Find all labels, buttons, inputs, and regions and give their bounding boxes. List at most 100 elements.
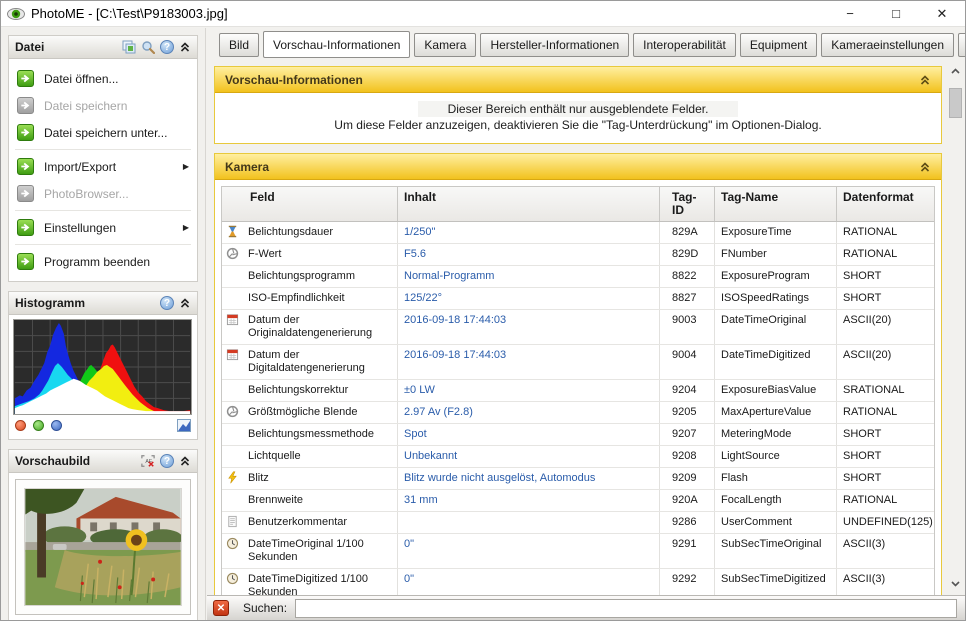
scroll-down-icon[interactable]	[948, 576, 963, 591]
section-collapse-icon[interactable]	[919, 161, 931, 173]
field-name: DateTimeDigitized 1/100 Sekunden	[248, 573, 369, 595]
collapse-icon[interactable]	[179, 41, 191, 53]
table-row[interactable]: Datum der Originaldatengenerierung 2016-0…	[222, 310, 934, 345]
blue-channel-button[interactable]	[51, 420, 62, 431]
menu-item-datei-ffnen[interactable]: Datei öffnen...	[9, 65, 197, 92]
main-area: Bild Vorschau-Informationen Kamera Herstell…	[207, 27, 965, 620]
field-name: Lichtquelle	[248, 450, 301, 462]
table-row[interactable]: Größtmögliche Blende 2.97 Av (F2.8) 9205 Ma…	[222, 402, 934, 424]
scrollbar-thumb[interactable]	[949, 88, 962, 118]
red-channel-button[interactable]	[15, 420, 26, 431]
close-search-icon[interactable]: ✕	[213, 600, 229, 616]
tab-interoperabilität[interactable]: Interoperabilität	[633, 32, 736, 57]
table-row[interactable]: Lichtquelle Unbekannt 9208 LightSource SHORT	[222, 446, 934, 468]
help-icon[interactable]: ?	[160, 296, 174, 310]
table-row[interactable]: Blitz Blitz wurde nicht ausgelöst, Automo…	[222, 468, 934, 490]
minimize-button[interactable]: −	[827, 1, 873, 26]
table-row[interactable]: F-Wert F5.6 829D FNumber RATIONAL	[222, 244, 934, 266]
table-row[interactable]: Benutzerkommentar 9286 UserComment UNDEFINE…	[222, 512, 934, 534]
search-label: Suchen:	[243, 601, 288, 615]
hourglass-icon	[226, 225, 244, 238]
tag-name: FocalLength	[714, 490, 836, 511]
menu-item-einstellungen[interactable]: Einstellungen ▶	[9, 214, 197, 241]
field-value: Blitz wurde nicht ausgelöst, Automodus	[397, 468, 659, 489]
tag-name: SubSecTimeDigitized	[714, 569, 836, 595]
collapse-icon[interactable]	[179, 297, 191, 309]
table-row[interactable]: Brennweite 31 mm 920A FocalLength RATIONAL	[222, 490, 934, 512]
tag-id: 9291	[659, 534, 714, 568]
preview-info-header[interactable]: Vorschau-Informationen	[215, 67, 941, 93]
data-format: ASCII(3)	[836, 534, 934, 568]
tab-bild[interactable]: Bild	[219, 32, 260, 57]
field-value: 125/22°	[397, 288, 659, 309]
table-row[interactable]: Belichtungsmessmethode Spot 9207 MeteringMo…	[222, 424, 934, 446]
scroll-up-icon[interactable]	[948, 64, 963, 79]
tab-mehr[interactable]: Mehr...	[958, 32, 965, 57]
submenu-arrow-icon: ▶	[182, 162, 189, 171]
menu-item-datei-speichern-unter[interactable]: Datei speichern unter...	[9, 119, 197, 146]
menu-item-import-export[interactable]: Import/Export ▶	[9, 153, 197, 180]
tab-kamera[interactable]: Kamera	[414, 32, 477, 57]
histogram-panel: Histogramm ?	[8, 291, 198, 440]
table-row[interactable]: DateTimeOriginal 1/100 Sekunden 0" 9291 Sub…	[222, 534, 934, 569]
column-header-tag-name[interactable]: Tag-Name	[714, 187, 836, 221]
camera-title: Kamera	[225, 159, 270, 174]
photo-stack-icon[interactable]	[122, 40, 136, 54]
field-name: Datum der Digitaldatengenerierung	[248, 349, 365, 374]
menu-separator	[15, 149, 191, 150]
maximize-button[interactable]: □	[873, 1, 919, 26]
menu-item-label: PhotoBrowser...	[44, 186, 129, 201]
field-value: Spot	[397, 424, 659, 445]
data-format: RATIONAL	[836, 244, 934, 265]
search-input[interactable]	[295, 598, 957, 618]
column-header-datenformat[interactable]: Datenformat	[836, 187, 934, 221]
menu-item-programm-beenden[interactable]: Programm beenden	[9, 248, 197, 275]
tab-kameraeinstellungen[interactable]: Kameraeinstellungen	[821, 32, 955, 57]
table-row[interactable]: Belichtungskorrektur ±0 LW 9204 ExposureBia…	[222, 380, 934, 402]
preview-image[interactable]	[24, 488, 182, 606]
tab-hersteller-informationen[interactable]: Hersteller-Informationen	[480, 32, 630, 57]
table-row[interactable]: Datum der Digitaldatengenerierung 2016-09…	[222, 345, 934, 380]
preview-panel-header: Vorschaubild AF ?	[9, 450, 197, 473]
menu-item-datei-speichern: Datei speichern	[9, 92, 197, 119]
af-points-icon[interactable]: AF	[141, 454, 155, 468]
table-row[interactable]: ISO-Empfindlichkeit 125/22° 8827 ISOSpeedRa…	[222, 288, 934, 310]
tab-equipment[interactable]: Equipment	[739, 32, 818, 57]
table-row[interactable]: DateTimeDigitized 1/100 Sekunden 0" 9292 Su…	[222, 569, 934, 595]
green-arrow-icon	[17, 185, 34, 202]
help-icon[interactable]: ?	[160, 40, 174, 54]
field-value: Unbekannt	[397, 446, 659, 467]
column-header-inhalt[interactable]: Inhalt	[397, 187, 659, 221]
table-row[interactable]: Belichtungsdauer 1/250" 829A ExposureTime RA…	[222, 222, 934, 244]
submenu-arrow-icon: ▶	[182, 223, 189, 232]
help-icon[interactable]: ?	[160, 454, 174, 468]
table-row[interactable]: Belichtungsprogramm Normal-Programm 8822 Ex…	[222, 266, 934, 288]
menu-separator	[15, 210, 191, 211]
menu-item-label: Programm beenden	[44, 254, 151, 269]
aperture-icon	[226, 405, 244, 418]
tag-id: 9003	[659, 310, 714, 344]
search-bar: ✕ Suchen:	[207, 595, 965, 620]
field-value: 31 mm	[397, 490, 659, 511]
scale-toggle-icon[interactable]	[177, 419, 191, 432]
search-icon[interactable]	[141, 40, 155, 54]
green-channel-button[interactable]	[33, 420, 44, 431]
field-name: Datum der Originaldatengenerierung	[248, 314, 373, 339]
data-format: SRATIONAL	[836, 380, 934, 401]
flash-icon	[226, 471, 244, 484]
column-header-feld[interactable]: Feld	[222, 187, 397, 221]
field-value: 0"	[397, 569, 659, 595]
collapse-icon[interactable]	[179, 455, 191, 467]
camera-header[interactable]: Kamera	[215, 154, 941, 180]
tag-id: 9205	[659, 402, 714, 423]
calendar-icon	[226, 313, 244, 326]
preview-panel: Vorschaubild AF ?	[8, 449, 198, 620]
green-arrow-icon	[17, 219, 34, 236]
close-button[interactable]: ✕	[919, 1, 965, 26]
vertical-scrollbar[interactable]	[947, 64, 964, 593]
column-header-tag-id[interactable]: Tag-ID	[659, 187, 714, 221]
section-collapse-icon[interactable]	[919, 74, 931, 86]
tab-vorschau-informationen[interactable]: Vorschau-Informationen	[263, 31, 411, 58]
tag-id: 8827	[659, 288, 714, 309]
field-name: F-Wert	[248, 248, 282, 260]
